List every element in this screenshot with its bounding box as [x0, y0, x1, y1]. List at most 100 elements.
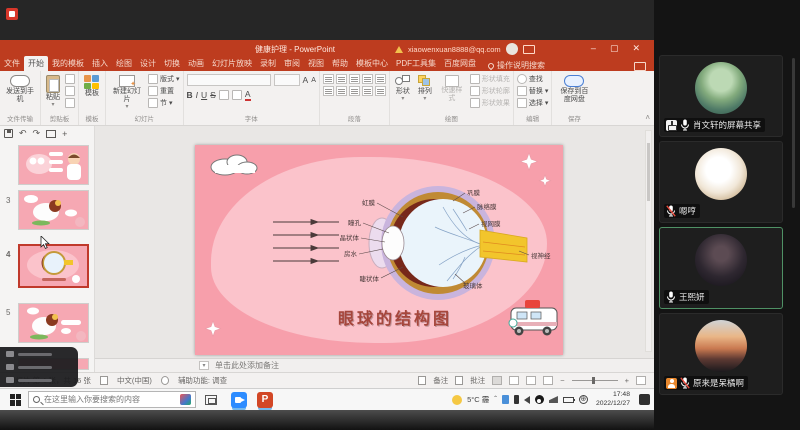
bold-button[interactable]: B [187, 90, 193, 100]
cut-button[interactable] [65, 74, 75, 84]
save-icon[interactable] [4, 129, 13, 138]
network-icon[interactable] [549, 396, 558, 403]
tray-expand-caret[interactable]: ˆ [494, 395, 497, 404]
notification-center-button[interactable] [639, 394, 650, 405]
paste-button[interactable]: 粘贴 ▾ [44, 74, 62, 110]
tab-home[interactable]: 开始 [24, 56, 48, 71]
account-cluster[interactable]: xiaowenxuan8888@qq.com [395, 43, 535, 55]
meeting-app-icon[interactable] [6, 8, 18, 20]
character-spacing-button[interactable] [219, 90, 229, 100]
taskbar-clock[interactable]: 17:48 2022/12/27 [596, 391, 630, 408]
view-slideshow-button[interactable] [543, 376, 553, 385]
close-button[interactable]: ✕ [632, 43, 640, 53]
bluetooth-icon[interactable] [502, 395, 509, 404]
tab-my-templates[interactable]: 我的模板 [48, 56, 88, 71]
view-normal-button[interactable] [492, 376, 502, 385]
notes-collapse-button[interactable]: ▾ [199, 361, 209, 370]
copy-button[interactable] [65, 86, 75, 96]
customize-toolbar-button[interactable]: + [62, 129, 67, 139]
taskbar-powerpoint-icon[interactable]: P [257, 392, 273, 408]
tab-view[interactable]: 视图 [304, 56, 328, 71]
font-name-box[interactable] [187, 74, 271, 86]
view-reading-button[interactable] [526, 376, 536, 385]
comments-toggle[interactable]: 批注 [470, 375, 485, 386]
thumbnail-slide-3[interactable] [18, 190, 89, 230]
zoom-slider[interactable] [572, 380, 618, 381]
tab-pdf-tools[interactable]: PDF工具集 [392, 56, 440, 71]
shapes-button[interactable]: 形状▾ [393, 74, 413, 104]
qq-icon[interactable] [535, 395, 544, 404]
slideshow-grid-icon[interactable] [46, 130, 56, 138]
italic-button[interactable]: I [196, 90, 198, 100]
increase-indent-button[interactable] [362, 74, 373, 84]
tab-file[interactable]: 文件 [0, 56, 24, 71]
language-label[interactable]: 中文(中国) [117, 375, 152, 386]
fit-window-button[interactable] [636, 376, 646, 385]
change-case-button[interactable] [232, 90, 242, 100]
weather-icon[interactable] [452, 395, 462, 405]
tab-record[interactable]: 录制 [256, 56, 280, 71]
shape-fill-button[interactable]: 形状填充 [470, 74, 510, 84]
shrink-font-button[interactable]: A [311, 77, 316, 84]
ime-language-icon[interactable]: ⊕ [579, 395, 588, 404]
start-button[interactable] [10, 394, 22, 406]
replace-button[interactable]: 替换▾ [517, 86, 549, 96]
tab-design[interactable]: 设计 [136, 56, 160, 71]
redo-button[interactable]: ↷ [33, 128, 41, 139]
collapse-ribbon-button[interactable]: ˄ [645, 113, 650, 122]
phone-link-icon[interactable] [514, 395, 519, 404]
find-button[interactable]: 查找 [517, 74, 543, 84]
view-sorter-button[interactable] [509, 376, 519, 385]
shape-outline-button[interactable]: 形状轮廓 [470, 86, 510, 96]
news-widget-icon[interactable] [180, 394, 191, 405]
speaker-icon[interactable] [524, 396, 530, 404]
format-painter-button[interactable] [65, 98, 75, 108]
strikethrough-button[interactable]: S [210, 90, 216, 100]
reset-button[interactable]: 重置 [148, 86, 180, 96]
ribbon-display-options-icon[interactable] [523, 45, 535, 54]
participant-tile[interactable]: 原来是呆橘啊 [659, 313, 783, 395]
quick-styles-button[interactable]: 快速样式 [437, 74, 467, 104]
new-slide-button[interactable]: 新建幻灯片 ▾ [109, 74, 145, 112]
layout-button[interactable]: 版式▾ [148, 74, 180, 84]
participant-tile-active-speaker[interactable]: 王熙妍 [659, 227, 783, 309]
tab-insert[interactable]: 插入 [88, 56, 112, 71]
arrange-button[interactable]: 排列▾ [416, 74, 434, 104]
zoom-out-button[interactable]: − [560, 376, 564, 385]
template-button[interactable]: 模板 [82, 74, 102, 99]
account-avatar[interactable] [506, 43, 518, 55]
taskbar-search[interactable]: 在这里输入你要搜索的内容 [28, 391, 196, 408]
notes-placeholder[interactable]: 单击此处添加备注 [215, 360, 279, 371]
select-button[interactable]: 选择▾ [517, 98, 549, 108]
sharing-mode-icon[interactable] [634, 62, 646, 71]
editor-scrollbar[interactable] [645, 130, 652, 352]
slide-canvas[interactable]: 虹膜 瞳孔 晶状体 房水 睫状体 巩膜 脉络膜 视网膜 视神经 玻璃体 [195, 145, 563, 355]
thumbnail-slide-4-selected[interactable] [18, 244, 89, 288]
mini-toolbar-row[interactable] [6, 364, 72, 370]
thumbnail-slide-2[interactable] [18, 145, 89, 185]
meeting-mini-toolbar[interactable] [0, 347, 78, 387]
grow-font-button[interactable]: A [303, 75, 309, 85]
sidebar-scrollbar[interactable] [792, 58, 795, 208]
align-left-button[interactable] [323, 86, 334, 96]
notes-toggle[interactable]: 备注 [433, 375, 448, 386]
mini-toolbar-row[interactable] [6, 351, 72, 357]
participant-tile[interactable]: 嗯哼 [659, 141, 783, 223]
justify-button[interactable] [362, 86, 373, 96]
participant-tile[interactable]: 肖文轩的屏幕共享 [659, 55, 783, 137]
taskbar-meeting-icon[interactable] [231, 392, 247, 408]
tab-animations[interactable]: 动画 [184, 56, 208, 71]
slide-title[interactable]: 眼球的结构图 [227, 305, 563, 329]
minimize-button[interactable]: – [591, 43, 596, 53]
columns-button[interactable] [375, 86, 386, 96]
bullets-button[interactable] [323, 74, 334, 84]
section-button[interactable]: 节▾ [148, 98, 180, 108]
tab-help[interactable]: 帮助 [328, 56, 352, 71]
underline-button[interactable]: U [201, 90, 207, 100]
task-view-button[interactable] [205, 395, 217, 405]
decrease-indent-button[interactable] [349, 74, 360, 84]
notes-bar[interactable]: ▾ 单击此处添加备注 [95, 358, 654, 372]
restore-button[interactable]: ▢ [610, 43, 619, 53]
line-spacing-button[interactable] [375, 74, 386, 84]
tab-draw[interactable]: 绘图 [112, 56, 136, 71]
